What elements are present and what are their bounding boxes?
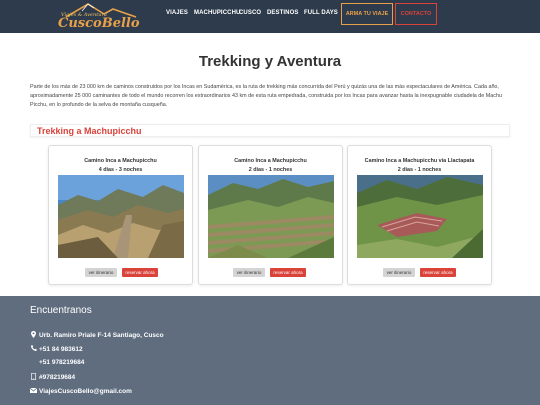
- tour-card-1: Camino Inca a Machupicchu 4 días - 3 noc…: [48, 145, 193, 285]
- phone-text[interactable]: +51 84 983612: [39, 346, 83, 353]
- card-duration: 4 días - 3 noches: [98, 167, 143, 173]
- nav-link-viajes[interactable]: VIAJES: [166, 10, 188, 16]
- nav-link-full-days[interactable]: FULL DAYS: [304, 10, 338, 16]
- mobile-text[interactable]: +51 978219684: [39, 359, 84, 366]
- ver-itinerario-button[interactable]: ver itinerario: [383, 268, 415, 277]
- tour-card-2: Camino Inca a Machupicchu 2 días - 1 noc…: [198, 145, 343, 285]
- card-title: Camino Inca a Machupicchu: [234, 158, 307, 164]
- reservar-ahora-button[interactable]: reservar ahora: [270, 268, 306, 277]
- card-title: Camino Inca a Machupicchu: [84, 158, 157, 164]
- card-photo-inca-terraces[interactable]: [208, 175, 334, 258]
- arma-tu-viaje-button[interactable]: ARMA TU VIAJE: [341, 3, 393, 25]
- card-photo-llactapata-ruins[interactable]: [357, 175, 483, 258]
- reservar-ahora-button[interactable]: reservar ahora: [420, 268, 456, 277]
- footer-phone: +51 84 983612: [30, 345, 83, 353]
- logo-text: CuscoBello: [58, 16, 140, 31]
- ver-itinerario-button[interactable]: ver itinerario: [233, 268, 265, 277]
- footer-mobile: +51 978219684: [30, 359, 84, 366]
- nav-link-cusco[interactable]: CUSCO: [239, 10, 261, 16]
- card-title: Camino Inca a Machupicchu vía Llactapata: [364, 158, 475, 164]
- footer-address: Urb. Ramiro Priale F-14 Santiago, Cusco: [30, 331, 164, 340]
- email-text[interactable]: ViajesCuscoBello@gmail.com: [39, 388, 132, 395]
- section-title: Trekking a Machupicchu: [37, 126, 142, 136]
- tour-card-3: Camino Inca a Machupicchu vía Llactapata…: [347, 145, 492, 285]
- section-header: Trekking a Machupicchu: [30, 124, 510, 137]
- footer-email: ViajesCuscoBello@gmail.com: [29, 387, 132, 395]
- reservar-ahora-button[interactable]: reservar ahora: [122, 268, 158, 277]
- footer-whatsapp: #978219684: [30, 372, 75, 382]
- whatsapp-text[interactable]: #978219684: [39, 374, 75, 381]
- card-duration: 2 días - 1 noches: [397, 167, 442, 173]
- whatsapp-icon: [30, 372, 37, 382]
- card-photo-inca-trail-stairs[interactable]: [58, 175, 184, 258]
- intro-paragraph: Parte de los más de 23 000 km de caminos…: [30, 84, 502, 108]
- top-navbar: Viajes & Aventura CuscoBello VIAJES MACH…: [0, 0, 540, 33]
- address-text: Urb. Ramiro Priale F-14 Santiago, Cusco: [39, 332, 164, 339]
- nav-link-destinos[interactable]: DESTINOS: [267, 10, 298, 16]
- map-marker-icon: [30, 331, 37, 340]
- cuscobello-logo[interactable]: Viajes & Aventura CuscoBello: [58, 1, 148, 32]
- contacto-button[interactable]: CONTACTO: [395, 3, 437, 25]
- phone-icon: [30, 345, 37, 353]
- nav-link-machupicchu[interactable]: MACHUPICCHU: [194, 10, 240, 16]
- footer: Encuentranos Urb. Ramiro Priale F-14 San…: [0, 296, 540, 405]
- ver-itinerario-button[interactable]: ver itinerario: [85, 268, 117, 277]
- card-duration: 2 días - 1 noches: [248, 167, 293, 173]
- page-title: Trekking y Aventura: [198, 53, 342, 70]
- footer-title: Encuentranos: [30, 305, 92, 316]
- envelope-icon: [29, 387, 38, 395]
